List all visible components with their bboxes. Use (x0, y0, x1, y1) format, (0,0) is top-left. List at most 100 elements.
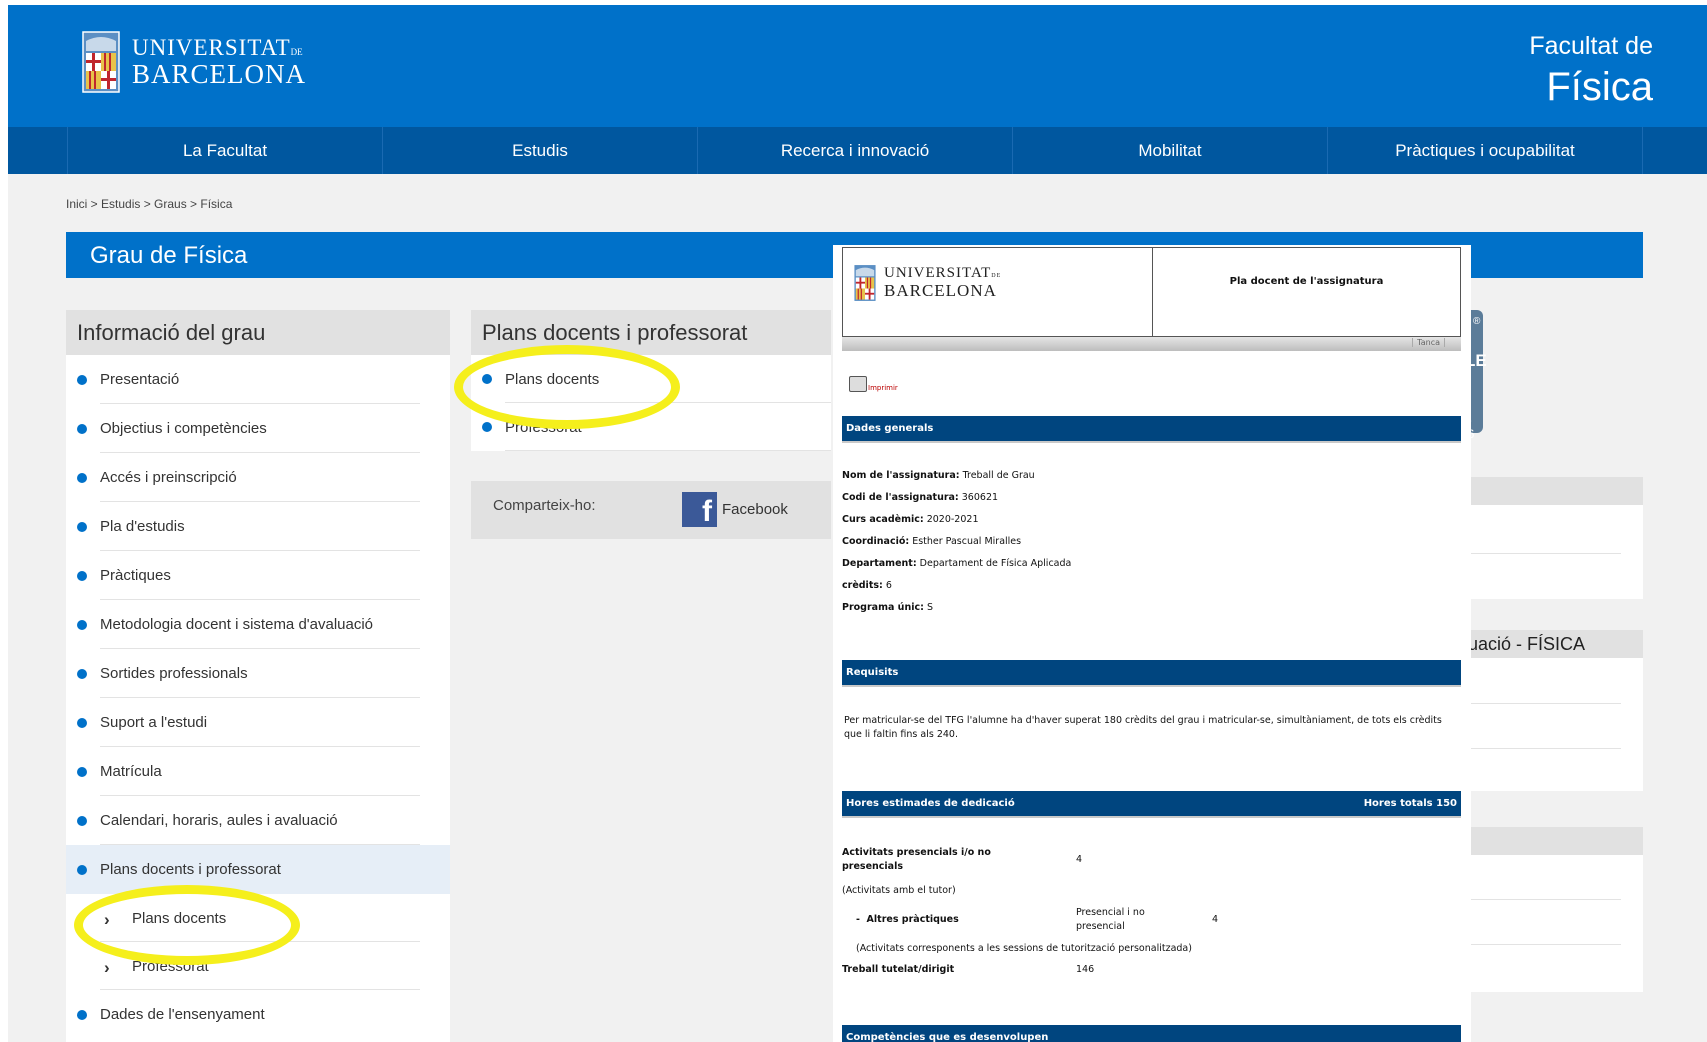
nav-practiques[interactable]: Pràctiques i ocupabilitat (1327, 127, 1643, 174)
registered-mark: ® (1473, 316, 1481, 327)
sidebar-item-plans-docents[interactable]: Plans docents i professorat (66, 845, 450, 894)
bullet-icon (77, 668, 87, 679)
hours-total: Hores totals 150 (1363, 798, 1457, 809)
print-button[interactable]: Imprimir (849, 376, 898, 392)
nav-mobilitat[interactable]: Mobilitat (1012, 127, 1327, 174)
ub-crest-icon (82, 31, 120, 93)
popup-logo-text: UNIVERSITATDE BARCELONA (884, 265, 1002, 300)
highlight-ring-plans-link (454, 345, 680, 429)
nav-estudis[interactable]: Estudis (382, 127, 697, 174)
bullet-icon (77, 717, 87, 728)
highlight-ring-sidebar-plans (74, 885, 300, 965)
field-label: Curs acadèmic: (842, 514, 924, 525)
syllabus-popup: UNIVERSITATDE BARCELONA Pla docent de l'… (833, 245, 1471, 1042)
faculty-line1: Facultat de (1529, 32, 1653, 60)
field-curs: Curs acadèmic: 2020-2021 (842, 514, 979, 525)
sidebar-item-label: Presentació (100, 371, 180, 388)
main-nav: La Facultat Estudis Recerca i innovació … (8, 127, 1707, 174)
popup-logo-de: DE (991, 273, 1002, 280)
sidebar-item-label: Metodologia docent i sistema d'avaluació (100, 616, 374, 633)
page-title: Grau de Física (90, 242, 248, 269)
section-competencies: Competències que es desenvolupen (842, 1025, 1461, 1042)
bullet-icon (77, 815, 87, 826)
section-title: Requisits (846, 667, 899, 678)
field-codi: Codi de l'assignatura: 360621 (842, 492, 998, 503)
guided-work-value: 146 (1076, 964, 1095, 975)
sidebar-item-pla-estudis[interactable]: Pla d'estudis (66, 502, 450, 551)
field-label: Codi de l'assignatura: (842, 492, 959, 503)
section-title: Competències que es desenvolupen (846, 1032, 1049, 1042)
sidebar-item-suport[interactable]: Suport a l'estudi (66, 698, 450, 747)
sidebar-item-objectius[interactable]: Objectius i competències (66, 404, 450, 453)
sidebar-item-metodologia[interactable]: Metodologia docent i sistema d'avaluació (66, 600, 450, 649)
sidebar-item-label: Accés i preinscripció (100, 469, 237, 486)
sidebar-item-label: Pràctiques (100, 567, 171, 584)
section-requisits: Requisits (842, 660, 1461, 687)
field-label: Departament: (842, 558, 917, 569)
browser-viewport: UNIVERSITATDE BARCELONA Facultat de Físi… (8, 5, 1707, 1042)
faculty-line2: Física (1546, 64, 1653, 109)
popup-ub-logo: UNIVERSITATDE BARCELONA (853, 264, 1001, 302)
popup-header: UNIVERSITATDE BARCELONA Pla docent de l'… (842, 247, 1461, 337)
section-title: Hores estimades de dedicació (846, 798, 1015, 809)
printer-icon (849, 376, 867, 392)
field-value: 360621 (961, 492, 999, 503)
section-hores: Hores estimades de dedicació Hores total… (842, 791, 1461, 818)
section-title: Dades generals (846, 423, 934, 434)
sidebar-item-dades[interactable]: Dades de l'ensenyament (66, 990, 450, 1039)
bullet-icon (77, 472, 87, 483)
field-value: 6 (885, 580, 892, 591)
facebook-icon: f (682, 492, 717, 527)
field-value: 2020-2021 (926, 514, 979, 525)
guided-work-label: Treball tutelat/dirigit (842, 964, 955, 975)
facebook-share-button[interactable]: f Facebook (682, 492, 788, 527)
bullet-icon (77, 619, 87, 630)
sidebar-item-presentacio[interactable]: Presentació (66, 355, 450, 404)
activities-note: (Activitats amb el tutor) (842, 885, 956, 896)
divider (1152, 248, 1153, 336)
bullet-icon (77, 570, 87, 581)
ub-logo[interactable]: UNIVERSITATDE BARCELONA (82, 31, 306, 93)
logo-line2: BARCELONA (132, 58, 307, 89)
nav-la-facultat[interactable]: La Facultat (67, 127, 382, 174)
breadcrumb[interactable]: Inici > Estudis > Graus > Física (66, 197, 232, 211)
sidebar-item-calendari[interactable]: Calendari, horaris, aules i avaluació (66, 796, 450, 845)
ub-logo-text: UNIVERSITATDE BARCELONA (132, 35, 307, 89)
field-value: S (926, 602, 933, 613)
print-label: Imprimir (868, 384, 898, 392)
activities-label: Activitats presencials i/o no presencial… (842, 847, 991, 872)
bullet-icon (77, 374, 87, 385)
section-general: Dades generals (842, 416, 1461, 443)
other-practices-mode: Presencial i no presencial (1076, 907, 1145, 932)
logo-de: DE (290, 46, 303, 57)
other-practices-label: - Altres pràctiques (856, 914, 959, 925)
field-label: Nom de l'assignatura: (842, 470, 960, 481)
sidebar-item-label: Dades de l'ensenyament (100, 1006, 265, 1023)
sidebar-title: Informació del grau (66, 310, 450, 355)
sidebar-item-practiques[interactable]: Pràctiques (66, 551, 450, 600)
sidebar-item-label: Sortides professionals (100, 665, 248, 682)
popup-logo-line1: UNIVERSITAT (884, 265, 992, 282)
nav-recerca[interactable]: Recerca i innovació (697, 127, 1012, 174)
sidebar-item-sortides[interactable]: Sortides professionals (66, 649, 450, 698)
sidebar-item-acces[interactable]: Accés i preinscripció (66, 453, 450, 502)
activities-value: 4 (1076, 854, 1083, 865)
sidebar-item-matricula[interactable]: Matrícula (66, 747, 450, 796)
other-practices-value: 4 (1212, 914, 1219, 925)
bullet-icon (77, 766, 87, 777)
bullet-icon (77, 864, 87, 875)
popup-title: Pla docent de l'assignatura (1229, 276, 1384, 287)
popup-close-bar: Tanca (842, 337, 1461, 351)
sidebar-item-label: Pla d'estudis (100, 518, 185, 535)
field-value: Departament de Física Aplicada (919, 558, 1072, 569)
faculty-title[interactable]: Facultat de Física (1529, 32, 1653, 109)
field-value: Esther Pascual Miralles (912, 536, 1022, 547)
field-departament: Departament: Departament de Física Aplic… (842, 558, 1071, 569)
field-value: Treball de Grau (962, 470, 1035, 481)
field-coordinacio: Coordinació: Esther Pascual Miralles (842, 536, 1021, 547)
close-button[interactable]: Tanca (1412, 338, 1445, 347)
chevron-right-icon: › (104, 958, 110, 977)
bullet-icon (77, 423, 87, 434)
sidebar-item-label: Objectius i competències (100, 420, 267, 437)
popup-logo-line2: BARCELONA (884, 280, 997, 300)
